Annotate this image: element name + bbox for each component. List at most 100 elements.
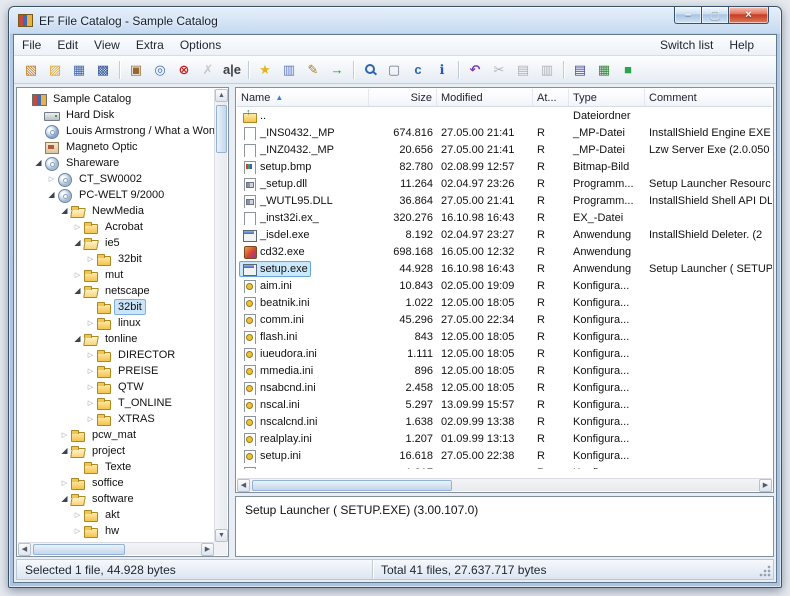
column-header-modified[interactable]: Modified [437,89,533,106]
file-row-cd32-exe[interactable]: cd32.exe698.16816.05.00 12:32RAnwendung [237,243,772,260]
tree-item-32bit[interactable]: ▷32bit [18,251,214,267]
file-row-flash-ini[interactable]: flash.ini84312.05.00 18:05RKonfigura... [237,328,772,345]
undo-button[interactable]: ↶ [464,59,486,81]
scroll-up-button[interactable]: ▲ [215,89,228,102]
close-button[interactable]: × [728,7,769,24]
catalog-tree-button[interactable]: ▥ [278,59,300,81]
tree-item-t-online[interactable]: ▷T_ONLINE [18,395,214,411]
tree-hscroll-thumb[interactable] [33,544,125,555]
expander-expanded-icon[interactable]: ◢ [59,495,70,503]
expander-expanded-icon[interactable]: ◢ [59,447,70,455]
file-row-inst32i-ex[interactable]: _inst32i.ex_320.27616.10.98 16:43REX_-Da… [237,209,772,226]
rename-button[interactable]: a|e [221,59,243,81]
file-row-isdel-exe[interactable]: _isdel.exe8.19202.04.97 23:27RAnwendungI… [237,226,772,243]
file-row-nscalcnd-ini[interactable]: nscalcnd.ini1.63802.09.99 13:38RKonfigur… [237,413,772,430]
file-row-aim-ini[interactable]: aim.ini10.84302.05.00 19:09RKonfigura... [237,277,772,294]
column-header-comment[interactable]: Comment [645,89,772,106]
expander-expanded-icon[interactable]: ◢ [72,335,83,343]
tree-item-ie5[interactable]: ◢ie5 [18,235,214,251]
titlebar[interactable]: EF File Catalog - Sample Catalog –▢× [9,7,781,34]
save-all-button[interactable]: ▩ [92,59,114,81]
scroll-right-button[interactable]: ▶ [201,543,214,556]
export-list-button[interactable]: ▦ [593,59,615,81]
menu-extra[interactable]: Extra [128,35,172,55]
file-row-ins0432-mp[interactable]: _INS0432._MP674.81627.05.00 21:41R_MP-Da… [237,124,772,141]
update-volume-button[interactable]: ◎ [149,59,171,81]
tree-vertical-scrollbar[interactable]: ▲ ▼ [214,89,227,542]
expander-collapsed-icon[interactable]: ▷ [72,528,83,535]
resize-grip[interactable] [758,564,771,577]
file-row-item[interactable]: ..Dateiordner [237,107,772,124]
paste-button[interactable]: ▥ [536,59,558,81]
remove-volume-button[interactable]: ⊗ [173,59,195,81]
file-row-realplay-ini[interactable]: realplay.ini1.20701.09.99 13:13RKonfigur… [237,430,772,447]
expander-expanded-icon[interactable]: ◢ [46,191,57,199]
list-hscroll-thumb[interactable] [252,480,452,491]
tree-item-project[interactable]: ◢project [18,443,214,459]
scroll-right-button[interactable]: ▶ [759,479,772,492]
cut-button[interactable]: ✂ [488,59,510,81]
column-header-at[interactable]: At... [533,89,569,106]
scroll-left-button[interactable]: ◀ [18,543,31,556]
expander-collapsed-icon[interactable]: ▷ [72,512,83,519]
file-row-beatnik-ini[interactable]: beatnik.ini1.02212.05.00 18:05RKonfigura… [237,294,772,311]
tree-item-director[interactable]: ▷DIRECTOR [18,347,214,363]
save-catalog-button[interactable]: ▦ [68,59,90,81]
file-row-wutl95-dll[interactable]: _WUTL95.DLL36.86427.05.00 21:41RProgramm… [237,192,772,209]
tree-item-hard-disk[interactable]: Hard Disk [18,107,214,123]
file-row-nsabcnd-ini[interactable]: nsabcnd.ini2.45812.05.00 18:05RKonfigura… [237,379,772,396]
tree-item-netscape[interactable]: ◢netscape [18,283,214,299]
column-header-size[interactable]: Size [369,89,437,106]
search-button[interactable] [359,59,381,81]
tree-item-newmedia[interactable]: ◢NewMedia [18,203,214,219]
tree-item-akt[interactable]: ▷akt [18,507,214,523]
tree-item-tonline[interactable]: ◢tonline [18,331,214,347]
menu-help[interactable]: Help [721,35,762,55]
expander-collapsed-icon[interactable]: ▷ [85,400,96,407]
expander-collapsed-icon[interactable]: ▷ [85,352,96,359]
tree-item-pc-welt-9-2000[interactable]: ◢PC-WELT 9/2000 [18,187,214,203]
tree-item-pcw-mat[interactable]: ▷pcw_mat [18,427,214,443]
expander-collapsed-icon[interactable]: ▷ [59,432,70,439]
tree-item-acrobat[interactable]: ▷Acrobat [18,219,214,235]
tree-item-xtras[interactable]: ▷XTRAS [18,411,214,427]
tree-item-sample-catalog[interactable]: Sample Catalog [18,91,214,107]
menu-edit[interactable]: Edit [49,35,86,55]
tree-item-texte[interactable]: Texte [18,459,214,475]
column-header-type[interactable]: Type [569,89,645,106]
report-button[interactable]: ▤ [569,59,591,81]
scroll-left-button[interactable]: ◀ [237,479,250,492]
file-row-mmedia-ini[interactable]: mmedia.ini89612.05.00 18:05RKonfigura... [237,362,772,379]
expander-collapsed-icon[interactable]: ▷ [46,176,57,183]
expander-collapsed-icon[interactable]: ▷ [85,320,96,327]
tree-item-mut[interactable]: ▷mut [18,267,214,283]
minimize-button[interactable]: – [674,7,701,24]
tree-item-louis-armstrong-what-a-wonde[interactable]: Louis Armstrong / What a Wonde [18,123,214,139]
tree-item-soffice[interactable]: ▷soffice [18,475,214,491]
expander-collapsed-icon[interactable]: ▷ [85,384,96,391]
expander-collapsed-icon[interactable]: ▷ [72,224,83,231]
edit-comment-button[interactable]: ✎ [302,59,324,81]
tree-item-software[interactable]: ◢software [18,491,214,507]
menu-file[interactable]: File [14,35,49,55]
add-volume-button[interactable]: ▣ [125,59,147,81]
info-button[interactable]: ℹ [431,59,453,81]
menu-view[interactable]: View [86,35,128,55]
file-row-item[interactable]: 1.317RKonfigura... [237,464,772,469]
tree-horizontal-scrollbar[interactable]: ◀ ▶ [18,542,214,555]
new-catalog-button[interactable]: ▧ [20,59,42,81]
menu-options[interactable]: Options [172,35,229,55]
menu-switch-list[interactable]: Switch list [652,35,721,55]
expander-collapsed-icon[interactable]: ▷ [85,368,96,375]
column-header-name[interactable]: Name▲ [237,89,369,106]
expander-expanded-icon[interactable]: ◢ [72,287,83,295]
tree-item-magneto-optic[interactable]: Magneto Optic [18,139,214,155]
website-button[interactable]: ■ [617,59,639,81]
crc-check-button[interactable]: c [407,59,429,81]
open-catalog-button[interactable]: ▨ [44,59,66,81]
file-row-nscal-ini[interactable]: nscal.ini5.29713.09.99 15:57RKonfigura..… [237,396,772,413]
favorites-button[interactable]: ★ [254,59,276,81]
expander-expanded-icon[interactable]: ◢ [33,159,44,167]
expander-expanded-icon[interactable]: ◢ [72,239,83,247]
tree-item-ct-sw0002[interactable]: ▷CT_SW0002 [18,171,214,187]
